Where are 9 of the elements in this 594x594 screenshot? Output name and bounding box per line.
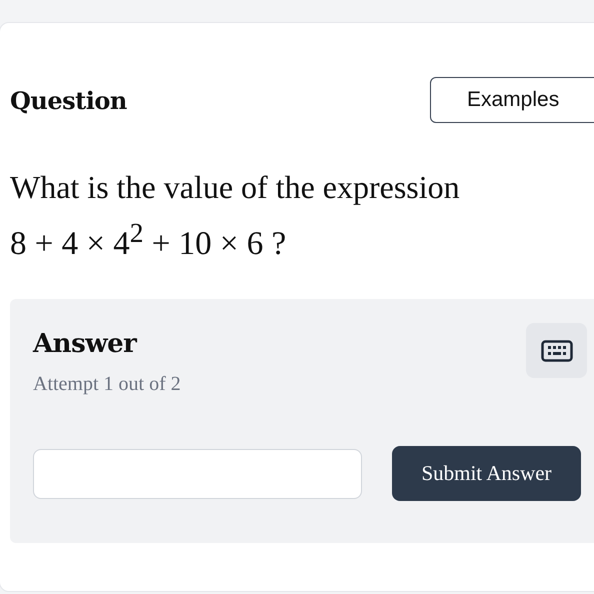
attempt-counter: Attempt 1 out of 2 [33,373,181,396]
answer-field[interactable] [33,448,362,498]
examples-button[interactable]: Examples [430,77,594,123]
submit-answer-button[interactable]: Submit Answer [392,446,581,501]
keyboard-button[interactable] [526,323,587,378]
question-heading: Question [10,86,127,114]
question-text: What is the value of the expression 8 + 4 × 4$^{2}$ + 10 × 6 ? [10,168,461,264]
answer-heading: Answer [33,329,138,359]
keyboard-icon [540,340,572,362]
